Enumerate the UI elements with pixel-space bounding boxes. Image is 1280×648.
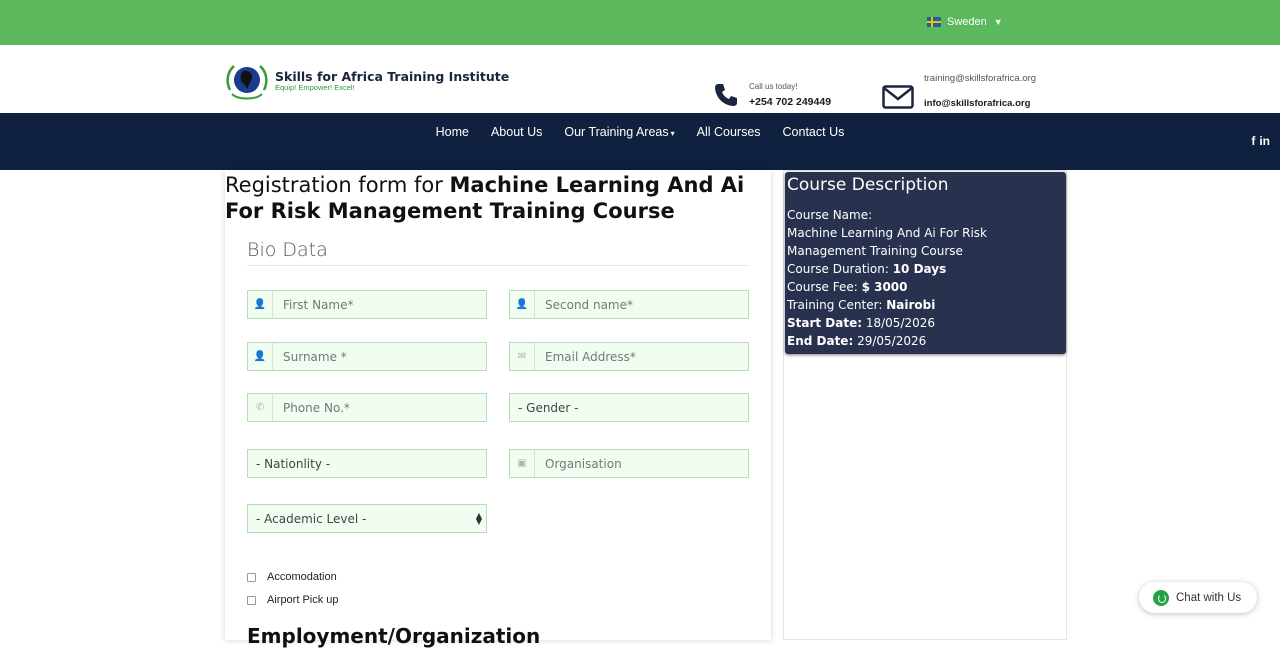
accommodation-checkbox-row[interactable]: Accomodation bbox=[247, 571, 337, 583]
academic-level-select[interactable]: - Academic Level - ▲ ▼ bbox=[247, 504, 487, 533]
sweden-flag-icon bbox=[927, 17, 941, 27]
course-description-heading: Course Description bbox=[787, 175, 949, 195]
airport-pickup-checkbox[interactable] bbox=[247, 595, 256, 605]
nav-item-training-areas[interactable]: Our Training Areas ▾ bbox=[553, 125, 685, 141]
second-name-input[interactable] bbox=[535, 291, 748, 318]
caret-down-icon: ▾ bbox=[670, 129, 675, 138]
course-duration-label: Course Duration: bbox=[787, 262, 893, 276]
surname-input[interactable] bbox=[273, 343, 486, 370]
accommodation-checkbox[interactable] bbox=[247, 572, 256, 582]
linkedin-icon[interactable]: in bbox=[1259, 134, 1270, 148]
training-center-label: Training Center: bbox=[787, 298, 887, 312]
top-bar: Sweden ▼ bbox=[0, 0, 1280, 45]
site-header: Skills for Africa Training Institute Equ… bbox=[0, 45, 1280, 113]
course-fee-label: Course Fee: bbox=[787, 280, 862, 294]
end-date-label: End Date: bbox=[787, 334, 854, 348]
call-number[interactable]: +254 702 249449 bbox=[749, 96, 831, 108]
employment-heading: Employment/Organization bbox=[247, 624, 541, 648]
end-date: End Date: 29/05/2026 bbox=[787, 332, 1064, 350]
course-fee: Course Fee: $ 3000 bbox=[787, 278, 1064, 296]
logo-icon[interactable] bbox=[224, 60, 270, 102]
call-label: Call us today! bbox=[749, 82, 798, 91]
email-input[interactable] bbox=[535, 343, 748, 370]
nationality-select[interactable]: - Nationlity - bbox=[247, 449, 487, 478]
nav-item-contact-us[interactable]: Contact Us bbox=[772, 125, 856, 141]
mail-icon bbox=[882, 85, 914, 109]
course-duration: Course Duration: 10 Days bbox=[787, 260, 1064, 278]
gender-select[interactable]: - Gender - bbox=[509, 393, 749, 422]
email-field: ✉ bbox=[509, 342, 749, 371]
first-name-field: 👤 bbox=[247, 290, 487, 319]
whatsapp-icon bbox=[1153, 589, 1169, 606]
course-name-value: Machine Learning And Ai For Risk Managem… bbox=[787, 226, 987, 258]
first-name-input[interactable] bbox=[273, 291, 486, 318]
language-selector[interactable]: Sweden ▼ bbox=[927, 14, 1003, 30]
surname-field: 👤 bbox=[247, 342, 487, 371]
airport-pickup-checkbox-row[interactable]: Airport Pick up bbox=[247, 594, 339, 606]
nav-item-training-areas-label: Our Training Areas bbox=[564, 125, 669, 139]
academic-level-select-value: - Academic Level - bbox=[256, 511, 367, 526]
airport-pickup-label: Airport Pick up bbox=[267, 594, 339, 606]
second-name-field: 👤 bbox=[509, 290, 749, 319]
gender-select-value: - Gender - bbox=[518, 400, 579, 415]
course-duration-value: 10 Days bbox=[892, 262, 947, 276]
email-primary[interactable]: training@skillsforafrica.org bbox=[924, 73, 1036, 84]
training-center-value: Nairobi bbox=[886, 298, 936, 312]
phone-icon bbox=[715, 84, 737, 106]
chat-button[interactable]: Chat with Us bbox=[1139, 582, 1257, 613]
user-icon: 👤 bbox=[510, 291, 535, 318]
end-date-value: 29/05/2026 bbox=[853, 334, 927, 348]
select-arrows-icon: ▲ ▼ bbox=[475, 510, 483, 526]
organisation-field: ▣ bbox=[509, 449, 749, 478]
chat-label: Chat with Us bbox=[1176, 591, 1242, 604]
briefcase-icon: ▣ bbox=[510, 450, 535, 477]
bio-data-heading: Bio Data bbox=[247, 239, 328, 261]
course-name-label: Course Name: bbox=[787, 208, 873, 222]
start-date-label: Start Date: bbox=[787, 316, 863, 330]
form-title: Registration form for Machine Learning A… bbox=[225, 170, 771, 224]
brand-tagline: Equip! Empower! Excel! bbox=[275, 83, 355, 92]
envelope-icon: ✉ bbox=[510, 343, 535, 370]
course-description-card: Course Description Course Name: Machine … bbox=[785, 172, 1066, 354]
brand-name[interactable]: Skills for Africa Training Institute bbox=[275, 69, 509, 84]
nav-item-home[interactable]: Home bbox=[425, 125, 480, 141]
accommodation-label: Accomodation bbox=[267, 571, 337, 583]
user-icon: 👤 bbox=[248, 291, 273, 318]
caret-down-icon: ▼ bbox=[993, 17, 1003, 27]
phone-field: ✆ bbox=[247, 393, 487, 422]
nav-item-about-us[interactable]: About Us bbox=[480, 125, 553, 141]
course-fee-value: $ 3000 bbox=[861, 280, 908, 294]
nationality-select-value: - Nationlity - bbox=[256, 456, 331, 471]
training-center: Training Center: Nairobi bbox=[787, 296, 1064, 314]
start-date: Start Date: 18/05/2026 bbox=[787, 314, 1064, 332]
start-date-value: 18/05/2026 bbox=[862, 316, 936, 330]
phone-input[interactable] bbox=[273, 394, 486, 421]
main-nav: Home About Us Our Training Areas ▾ All Co… bbox=[0, 113, 1280, 170]
nav-item-all-courses[interactable]: All Courses bbox=[686, 125, 772, 141]
divider bbox=[247, 265, 749, 266]
form-title-prefix: Registration form for bbox=[225, 173, 450, 197]
organisation-input[interactable] bbox=[535, 450, 748, 477]
user-icon: 👤 bbox=[248, 343, 273, 370]
email-secondary[interactable]: info@skillsforafrica.org bbox=[924, 98, 1030, 109]
phone-icon: ✆ bbox=[248, 394, 273, 421]
language-label: Sweden bbox=[947, 16, 987, 28]
social-links: f in bbox=[1251, 134, 1270, 148]
facebook-icon[interactable]: f bbox=[1251, 134, 1255, 148]
